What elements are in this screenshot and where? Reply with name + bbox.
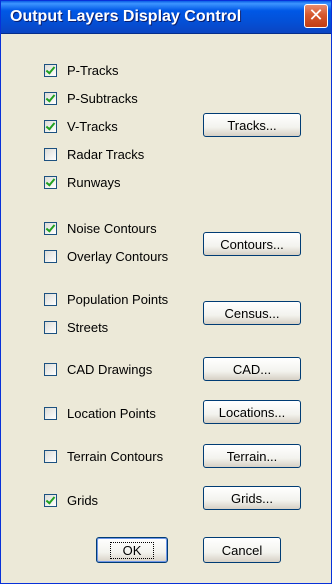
checkbox-label: Grids (67, 492, 99, 508)
ok-button-label: OK (109, 541, 155, 559)
checkbox-box[interactable] (44, 119, 57, 133)
checkbox-box[interactable] (44, 406, 57, 420)
checkbox-label: Noise Contours (67, 220, 157, 236)
tracks-button[interactable]: Tracks... (203, 113, 301, 137)
checkbox-v-tracks[interactable]: V-Tracks (44, 117, 118, 135)
checkbox-label: Radar Tracks (67, 146, 145, 162)
checkbox-p-tracks[interactable]: P-Tracks (44, 61, 119, 79)
checkbox-cad-drawings[interactable]: CAD Drawings (44, 360, 152, 378)
checkbox-label: Location Points (67, 405, 156, 421)
title-bar[interactable]: Output Layers Display Control ✕ (1, 1, 331, 34)
contours-button[interactable]: Contours... (203, 232, 301, 256)
checkbox-label: P-Subtracks (67, 90, 138, 106)
checkbox-label: Terrain Contours (67, 448, 164, 464)
close-icon: ✕ (308, 5, 324, 26)
checkbox-box[interactable] (44, 449, 57, 463)
close-button[interactable]: ✕ (304, 4, 328, 28)
checkbox-label: Runways (67, 174, 121, 190)
checkbox-box[interactable] (44, 147, 57, 161)
checkbox-box[interactable] (44, 362, 57, 376)
checkbox-box[interactable] (44, 249, 57, 263)
window-title: Output Layers Display Control (10, 8, 242, 25)
locations-button[interactable]: Locations... (203, 400, 301, 424)
checkbox-p-subtracks[interactable]: P-Subtracks (44, 89, 138, 107)
checkbox-grids[interactable]: Grids (44, 491, 98, 509)
checkbox-box[interactable] (44, 63, 57, 77)
cancel-button[interactable]: Cancel (203, 537, 281, 563)
checkbox-label: Population Points (67, 291, 169, 307)
checkbox-box[interactable] (44, 221, 57, 235)
ok-button[interactable]: OK (96, 537, 168, 563)
checkbox-population-points[interactable]: Population Points (44, 290, 168, 308)
checkbox-terrain-contours[interactable]: Terrain Contours (44, 447, 163, 465)
checkbox-overlay-contours[interactable]: Overlay Contours (44, 247, 168, 265)
checkbox-noise-contours[interactable]: Noise Contours (44, 219, 157, 237)
cad-button[interactable]: CAD... (203, 357, 301, 381)
grids-button[interactable]: Grids... (203, 486, 301, 510)
checkbox-box[interactable] (44, 493, 57, 507)
checkbox-label: Overlay Contours (67, 248, 169, 264)
checkbox-label: Streets (67, 319, 109, 335)
checkbox-box[interactable] (44, 320, 57, 334)
checkbox-box[interactable] (44, 292, 57, 306)
checkbox-radar-tracks[interactable]: Radar Tracks (44, 145, 144, 163)
checkbox-label: V-Tracks (67, 118, 118, 134)
checkbox-location-points[interactable]: Location Points (44, 404, 156, 422)
checkbox-streets[interactable]: Streets (44, 318, 108, 336)
census-button[interactable]: Census... (203, 301, 301, 325)
dialog-window: Output Layers Display Control ✕ P-Tracks… (0, 0, 332, 584)
checkbox-box[interactable] (44, 91, 57, 105)
terrain-button[interactable]: Terrain... (203, 444, 301, 468)
checkbox-box[interactable] (44, 175, 57, 189)
checkbox-label: P-Tracks (67, 62, 119, 78)
checkbox-runways[interactable]: Runways (44, 173, 120, 191)
checkbox-label: CAD Drawings (67, 361, 153, 377)
